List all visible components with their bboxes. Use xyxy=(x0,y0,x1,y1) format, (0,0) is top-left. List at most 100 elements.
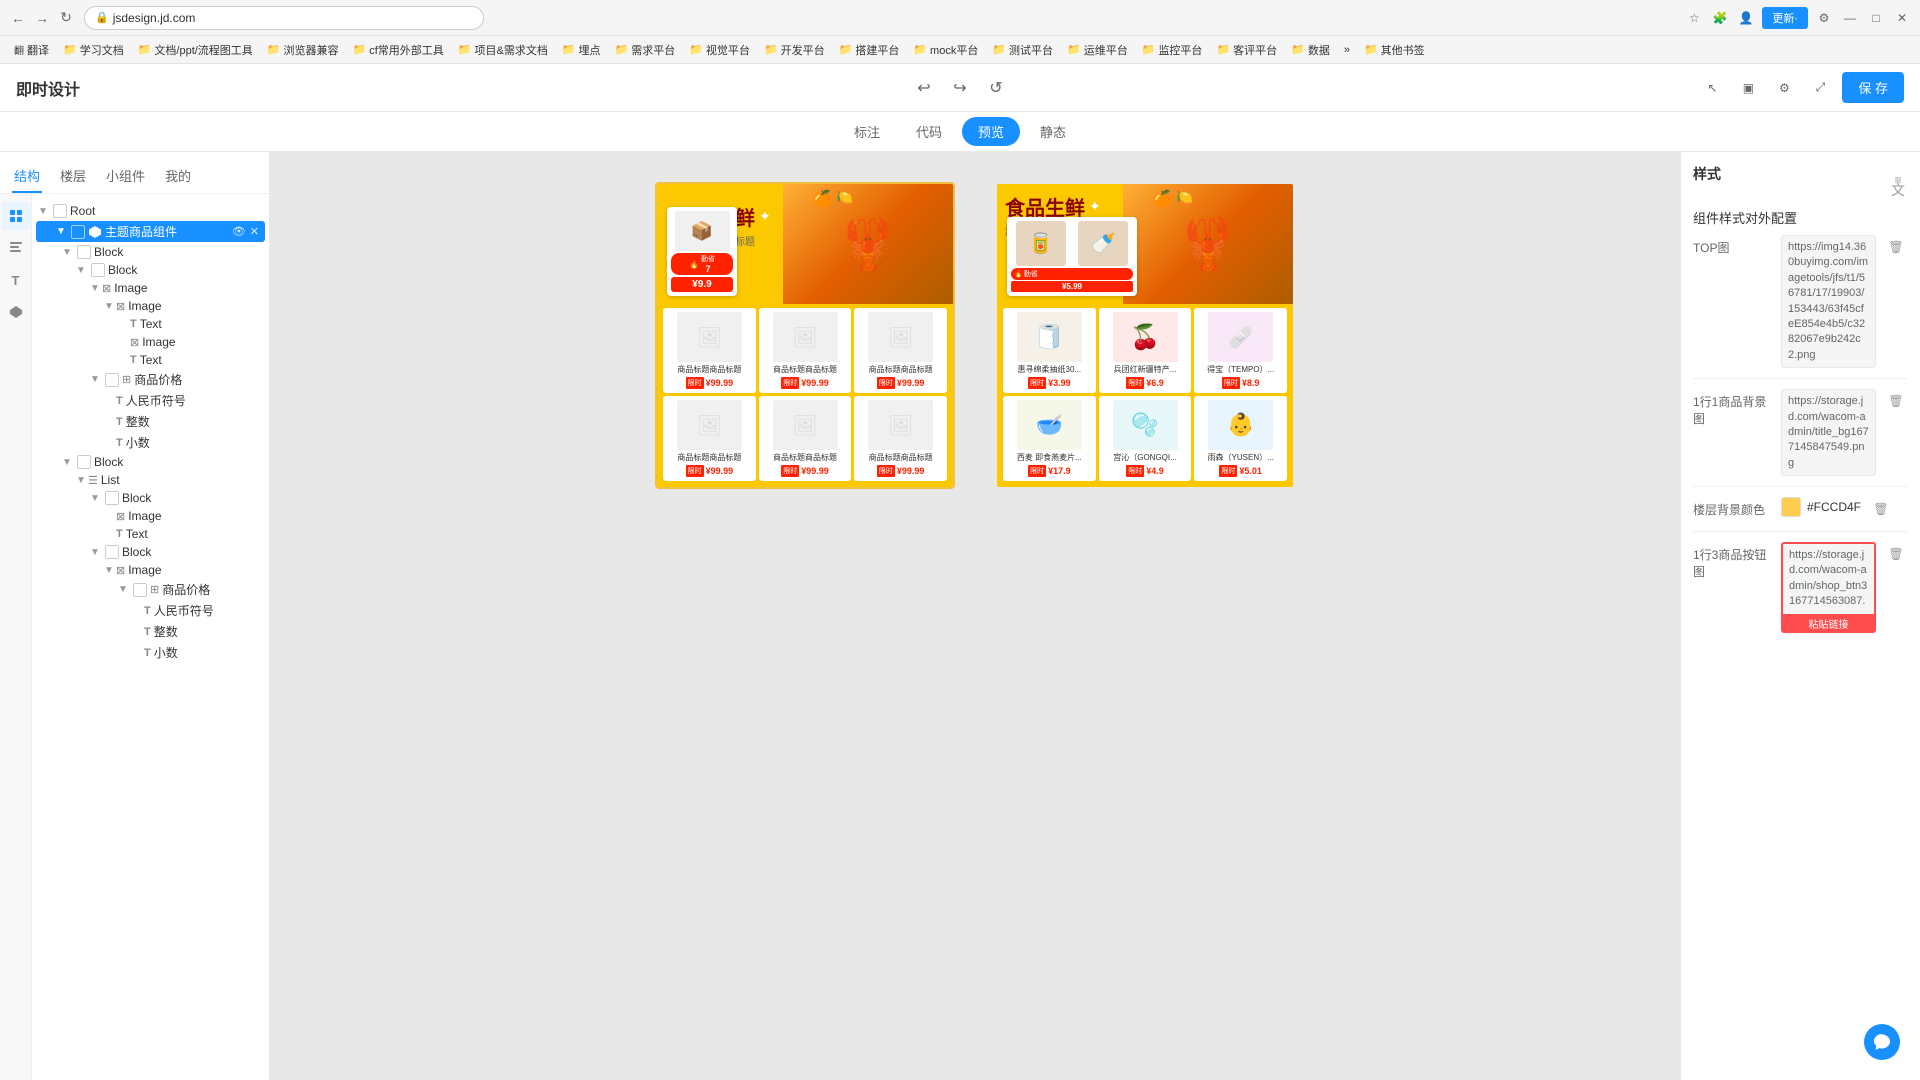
tab-widget[interactable]: 小组件 xyxy=(104,160,147,193)
row1-bg-delete-icon[interactable]: 🗑 xyxy=(1884,389,1908,413)
app-logo: 即时设计 xyxy=(16,76,80,100)
text-icon-tab[interactable]: T xyxy=(2,266,30,294)
component-card-1[interactable]: 🦞 🍊 🍋 食品生鲜 ✦ 商品标题商品标题 xyxy=(655,182,955,489)
bookmark-tools[interactable]: 📁 cf常用外部工具 xyxy=(347,40,450,60)
tree-item-list1[interactable]: ▼ ☰ List xyxy=(32,471,269,489)
bookmark-demand[interactable]: 📁 需求平台 xyxy=(609,40,682,60)
minimize-icon[interactable]: — xyxy=(1840,8,1860,28)
top-image-url[interactable]: https://img14.360buyimg.com/imagetools/j… xyxy=(1781,235,1876,368)
save-button[interactable]: 保 存 xyxy=(1842,72,1904,103)
bookmark-dev[interactable]: 📁 开发平台 xyxy=(758,40,831,60)
bookmark-mock[interactable]: 📁 mock平台 xyxy=(907,40,984,60)
tab-annotation[interactable]: 标注 xyxy=(838,117,896,146)
bookmark-browser[interactable]: 📁 浏览器兼容 xyxy=(261,40,345,60)
tree-item-block3-2[interactable]: ▼ Block xyxy=(32,543,269,561)
bookmark-icon[interactable]: ☆ xyxy=(1684,8,1704,28)
top-image-label: TOP图 xyxy=(1693,235,1773,256)
bookmark-customer[interactable]: 📁 客评平台 xyxy=(1210,40,1283,60)
tree-item-rmb2[interactable]: ▶ T 人民币符号 xyxy=(32,600,269,621)
tree-item-image2[interactable]: ▶ ⊠ Image xyxy=(32,507,269,525)
bookmark-ops[interactable]: 📁 运维平台 xyxy=(1061,40,1134,60)
checkbox-price1[interactable] xyxy=(105,373,119,387)
address-bar[interactable]: 🔒 jsdesign.jd.com xyxy=(84,6,484,30)
chat-tooltip-button[interactable] xyxy=(1864,1024,1900,1060)
cursor-tool-icon[interactable]: ↖ xyxy=(1698,74,1726,102)
top-image-delete-icon[interactable]: 🗑 xyxy=(1884,235,1908,259)
checkbox-block2[interactable] xyxy=(91,263,105,277)
bookmark-test[interactable]: 📁 测试平台 xyxy=(986,40,1059,60)
bookmark-docs[interactable]: 📁 学习文档 xyxy=(57,40,130,60)
tab-mine[interactable]: 我的 xyxy=(163,160,193,193)
tab-code[interactable]: 代码 xyxy=(900,117,958,146)
tab-structure[interactable]: 结构 xyxy=(12,160,42,193)
tree-item-image1[interactable]: ▼ ⊠ Image xyxy=(32,279,269,297)
bookmark-visual[interactable]: 📁 视觉平台 xyxy=(683,40,756,60)
tree-item-text3[interactable]: ▶ T Text xyxy=(32,525,269,543)
tree-item-block3[interactable]: ▼ Block xyxy=(32,453,269,471)
browser-actions: ☆ 🧩 👤 更新· ⚙ — □ ✕ xyxy=(1684,7,1912,29)
bookmark-data[interactable]: 📁 数据 xyxy=(1285,40,1336,60)
auto-save-button[interactable]: ↺ xyxy=(982,74,1010,102)
tree-item-root[interactable]: ▼ Root xyxy=(32,202,269,220)
page-icon-tab[interactable] xyxy=(2,234,30,262)
tree-item-block1[interactable]: ▼ Block xyxy=(32,243,269,261)
component-icon-tab[interactable] xyxy=(2,298,30,326)
tree-item-integer1[interactable]: ▶ T 整数 xyxy=(32,411,269,432)
tree-item-image1-2[interactable]: ▶ ⊠ Image xyxy=(32,333,269,351)
bookmark-track[interactable]: 📁 埋点 xyxy=(556,40,607,60)
checkbox-block1[interactable] xyxy=(77,245,91,259)
extension-icon[interactable]: 🧩 xyxy=(1710,8,1730,28)
close-browser-icon[interactable]: ✕ xyxy=(1892,8,1912,28)
refresh-button[interactable]: ↻ xyxy=(56,8,76,28)
tree-item-text2[interactable]: ▶ T Text xyxy=(32,351,269,369)
maximize-icon[interactable]: □ xyxy=(1866,8,1886,28)
checkbox-block3-1[interactable] xyxy=(105,491,119,505)
bookmark-others[interactable]: 📁 其他书签 xyxy=(1358,40,1431,60)
tab-floor[interactable]: 楼层 xyxy=(58,160,88,193)
tab-preview[interactable]: 预览 xyxy=(962,117,1020,146)
row1-bg-url[interactable]: https://storage.jd.com/wacom-admin/title… xyxy=(1781,389,1876,476)
delete-node-icon[interactable]: ✕ xyxy=(250,225,259,238)
tree-item-decimal2[interactable]: ▶ T 小数 xyxy=(32,642,269,663)
tree-item-rmb1[interactable]: ▶ T 人民币符号 xyxy=(32,390,269,411)
floor-bg-delete-icon[interactable]: 🗑 xyxy=(1869,497,1893,521)
tree-item-price1[interactable]: ▼ ⊞ 商品价格 xyxy=(32,369,269,390)
update-button[interactable]: 更新· xyxy=(1762,7,1808,29)
tree-item-image3[interactable]: ▼ ⊠ Image xyxy=(32,561,269,579)
tree-item-theme-component[interactable]: ▼ 主题商品组件 👁 ✕ xyxy=(36,221,265,242)
checkbox-price2[interactable] xyxy=(133,583,147,597)
checkbox-root[interactable] xyxy=(53,204,67,218)
settings-gear-icon[interactable]: ⚙ xyxy=(1770,74,1798,102)
tree-item-block2[interactable]: ▼ Block xyxy=(32,261,269,279)
tab-static[interactable]: 静态 xyxy=(1024,117,1082,146)
back-button[interactable]: ← xyxy=(8,8,28,28)
bookmark-monitor[interactable]: 📁 监控平台 xyxy=(1136,40,1209,60)
frame-tool-icon[interactable]: ▣ xyxy=(1734,74,1762,102)
bookmark-project[interactable]: 📁 项目&需求文档 xyxy=(452,40,554,60)
tree-item-integer2[interactable]: ▶ T 整数 xyxy=(32,621,269,642)
bookmark-build[interactable]: 📁 搭建平台 xyxy=(833,40,906,60)
tree-item-block3-1[interactable]: ▼ Block xyxy=(32,489,269,507)
redo-button[interactable]: ↪ xyxy=(946,74,974,102)
floor-bg-color-swatch[interactable] xyxy=(1781,497,1801,517)
bookmark-more[interactable]: » xyxy=(1338,42,1356,58)
undo-button[interactable]: ↩ xyxy=(910,74,938,102)
bookmark-ppt[interactable]: 📁 文档/ppt/流程图工具 xyxy=(132,40,259,60)
tree-item-decimal1[interactable]: ▶ T 小数 xyxy=(32,432,269,453)
profile-icon[interactable]: 👤 xyxy=(1736,8,1756,28)
settings-icon[interactable]: ⚙ xyxy=(1814,8,1834,28)
checkbox-block3[interactable] xyxy=(77,455,91,469)
forward-button[interactable]: → xyxy=(32,8,52,28)
fullscreen-icon[interactable]: ⤢ xyxy=(1806,74,1834,102)
tree-item-price2[interactable]: ▼ ⊞ 商品价格 xyxy=(32,579,269,600)
checkbox-block3-2[interactable] xyxy=(105,545,119,559)
tree-item-text1[interactable]: ▶ T Text xyxy=(32,315,269,333)
visibility-icon[interactable]: 👁 xyxy=(232,225,246,238)
structure-icon-tab[interactable] xyxy=(2,202,30,230)
row3-btn-delete-icon[interactable]: 🗑 xyxy=(1884,542,1908,566)
bookmark-translate[interactable]: 翻 翻译 xyxy=(8,40,55,60)
component-card-2[interactable]: 🦞 🍊 🍋 食品生鲜 ✦ 惠寻京东自有品牌... xyxy=(995,182,1295,489)
tree-item-image1-1[interactable]: ▼ ⊠ Image xyxy=(32,297,269,315)
canvas-area[interactable]: 🦞 🍊 🍋 食品生鲜 ✦ 商品标题商品标题 xyxy=(270,152,1680,1080)
text-edit-icon[interactable]: 文 xyxy=(1888,180,1908,200)
